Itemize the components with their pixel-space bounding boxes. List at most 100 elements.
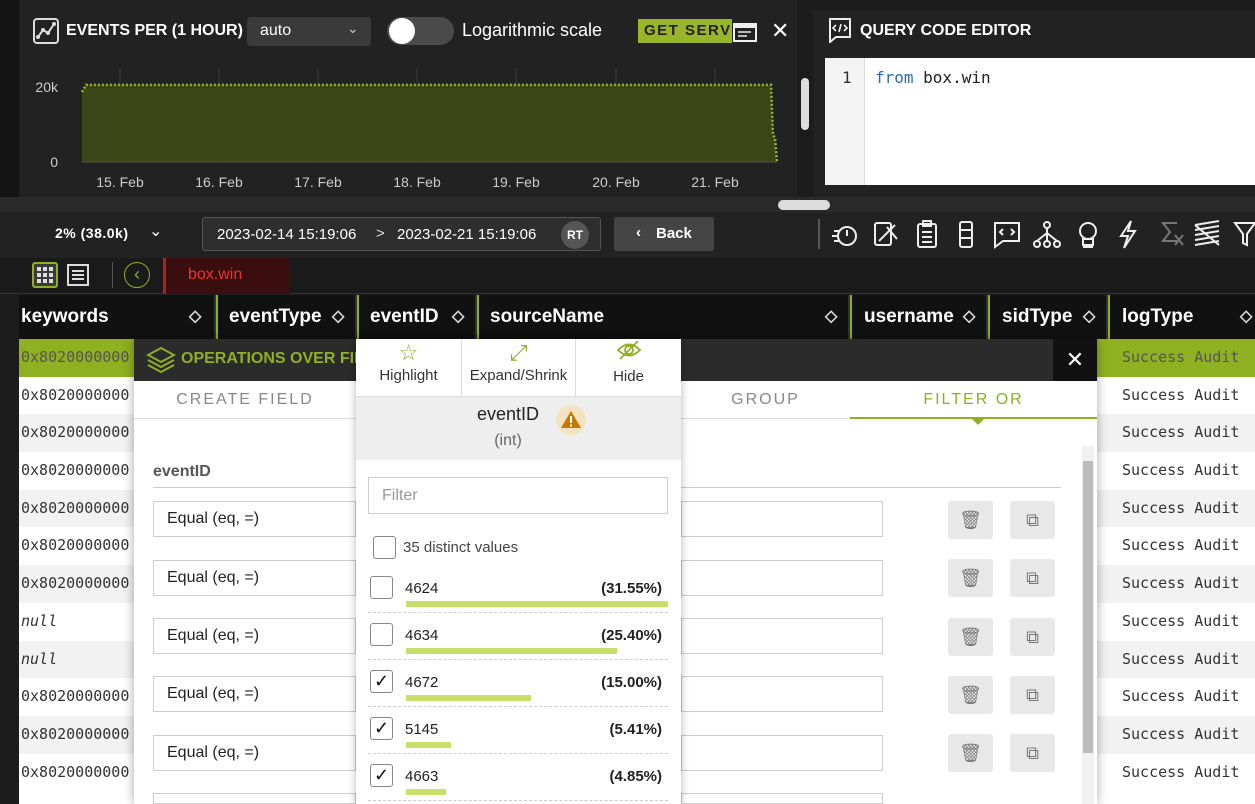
value-row[interactable]: 4624 (31.55%) — [368, 566, 668, 613]
hide-label: Hide — [613, 368, 644, 385]
cell-logtype: Success Audit — [1122, 649, 1240, 668]
value-row[interactable]: ✓ 4663 (4.85%) — [368, 754, 668, 801]
column-header-logtype[interactable]: logType ◇ — [1108, 295, 1255, 339]
window-icon[interactable] — [733, 19, 759, 43]
value-input[interactable] — [681, 735, 883, 771]
copy-icon[interactable]: ⧉ — [1010, 618, 1055, 656]
value-input[interactable] — [681, 618, 883, 654]
column-header-username[interactable]: username ◇ — [850, 295, 988, 339]
x-tick-label: 15. Feb — [96, 174, 144, 190]
value-checkbox[interactable] — [370, 623, 393, 646]
tab-prev-icon[interactable]: ‹ — [124, 262, 150, 288]
trash-icon[interactable]: 🗑 — [948, 618, 993, 656]
copy-icon[interactable]: ⧉ — [1010, 676, 1055, 714]
field-type: (int) — [494, 432, 522, 449]
code-line[interactable]: from box.win — [875, 68, 991, 87]
cell-keywords: null — [21, 649, 58, 668]
chevron-left-icon: ‹ — [636, 224, 641, 241]
warning-icon[interactable] — [556, 405, 586, 435]
area-series — [82, 84, 777, 162]
sort-icon[interactable]: ◇ — [452, 295, 464, 339]
lightning-icon — [1119, 220, 1137, 249]
hide-action[interactable]: Hide — [576, 339, 681, 397]
interval-select[interactable]: auto ⌄ — [247, 17, 371, 46]
sort-icon[interactable]: ◇ — [825, 295, 837, 339]
list-view-icon[interactable] — [66, 263, 90, 287]
trash-icon[interactable]: 🗑 — [948, 559, 993, 597]
sort-icon[interactable]: ◇ — [1240, 295, 1252, 339]
value-row[interactable]: 4634 (25.40%) — [368, 613, 668, 660]
sort-icon[interactable]: ◇ — [1083, 295, 1095, 339]
column-header-sidtype[interactable]: sidType ◇ — [988, 295, 1108, 339]
close-icon[interactable]: ✕ — [1053, 339, 1097, 381]
operator-select[interactable]: Equal (eq, =) — [153, 618, 356, 654]
value-input[interactable] — [681, 793, 883, 804]
operator-select[interactable]: Equal (eq, =) — [153, 735, 356, 771]
value-checkbox[interactable]: ✓ — [370, 717, 393, 740]
value-checkbox[interactable]: ✓ — [370, 670, 393, 693]
cell-logtype: Success Audit — [1122, 423, 1240, 442]
log-scale-toggle[interactable] — [387, 17, 454, 45]
grid-view-icon[interactable] — [32, 262, 58, 288]
operator-select[interactable]: Equal (eq, =) — [153, 501, 356, 537]
trash-icon[interactable]: 🗑 — [948, 676, 993, 714]
events-chart: 15. Feb 16. Feb 17. Feb 18. Feb 19. Feb 20. F… — [35, 68, 779, 190]
value-label: 4634 — [405, 627, 439, 644]
column-header-eventid[interactable]: eventID ◇ — [357, 295, 477, 339]
modal-scroll-thumb[interactable] — [1083, 461, 1093, 753]
tab-create-field[interactable]: CREATE FIELD — [134, 381, 356, 419]
column-label: eventID — [370, 306, 439, 327]
value-input[interactable] — [681, 560, 883, 596]
values-filter-input[interactable]: Filter — [368, 477, 668, 514]
close-icon[interactable]: ✕ — [771, 18, 789, 44]
back-button[interactable]: ‹ Back — [614, 217, 714, 251]
column-header-eventtype[interactable]: eventType ◇ — [216, 295, 357, 339]
date-to[interactable]: 2023-02-21 15:19:06 — [397, 226, 536, 243]
sort-icon[interactable]: ◇ — [963, 295, 975, 339]
value-percent-bar — [406, 695, 531, 701]
operator-select[interactable]: Equal (eq, =) — [153, 676, 356, 712]
column-header-keywords[interactable]: keywords ◇ — [19, 295, 216, 339]
column-label: sidType — [1002, 306, 1073, 327]
sort-icon[interactable]: ◇ — [189, 295, 201, 339]
value-row[interactable]: ✓ 5145 (5.41%) — [368, 707, 668, 754]
tab-filter-or[interactable]: FILTER OR — [850, 381, 1097, 419]
copy-icon[interactable]: ⧉ — [1010, 734, 1055, 772]
star-icon: ☆ — [398, 340, 419, 365]
active-tab-indicator — [970, 417, 986, 425]
sample-size-label[interactable]: 2% (38.0k) — [55, 225, 128, 241]
value-checkbox[interactable] — [370, 576, 393, 599]
value-checkbox[interactable]: ✓ — [370, 764, 393, 787]
column-header-sourcename[interactable]: sourceName ◇ — [477, 295, 850, 339]
x-tick-label: 19. Feb — [492, 174, 540, 190]
x-tick-label: 16. Feb — [195, 174, 243, 190]
trash-icon[interactable]: 🗑 — [948, 734, 993, 772]
copy-icon[interactable]: ⧉ — [1010, 501, 1055, 539]
tab-group[interactable]: GROUP — [681, 381, 850, 419]
realtime-badge[interactable]: RT — [561, 221, 589, 249]
value-row[interactable]: ✓ 4672 (15.00%) — [368, 660, 668, 707]
select-all-checkbox[interactable] — [373, 536, 396, 559]
operator-select[interactable] — [153, 793, 356, 804]
value-input[interactable] — [681, 501, 883, 537]
copy-icon[interactable]: ⧉ — [1010, 559, 1055, 597]
expand-shrink-action[interactable]: ⤢ Expand/Shrink — [462, 339, 576, 397]
sort-icon[interactable]: ◇ — [332, 295, 344, 339]
value-input[interactable] — [681, 676, 883, 712]
operator-select[interactable]: Equal (eq, =) — [153, 560, 356, 596]
timer-icon — [832, 226, 857, 246]
value-percent: (15.00%) — [601, 674, 662, 691]
trash-icon[interactable]: 🗑 — [948, 501, 993, 539]
highlight-action[interactable]: ☆ Highlight — [356, 339, 462, 397]
chart-scrollbar[interactable] — [801, 78, 809, 130]
splitter-handle[interactable] — [778, 200, 830, 210]
date-from[interactable]: 2023-02-14 15:19:06 — [217, 226, 356, 243]
chevron-down-icon[interactable]: ⌄ — [149, 221, 162, 241]
value-percent: (4.85%) — [609, 768, 662, 785]
value-label: 4624 — [405, 580, 439, 597]
date-range-picker[interactable]: 2023-02-14 15:19:06 > 2023-02-21 15:19:0… — [202, 217, 601, 251]
tab-box-win[interactable]: box.win — [163, 258, 290, 294]
cell-logtype: Success Audit — [1122, 348, 1240, 366]
get-server-button[interactable]: GET SERVE — [638, 19, 732, 43]
panel-splitter[interactable] — [0, 197, 1255, 212]
